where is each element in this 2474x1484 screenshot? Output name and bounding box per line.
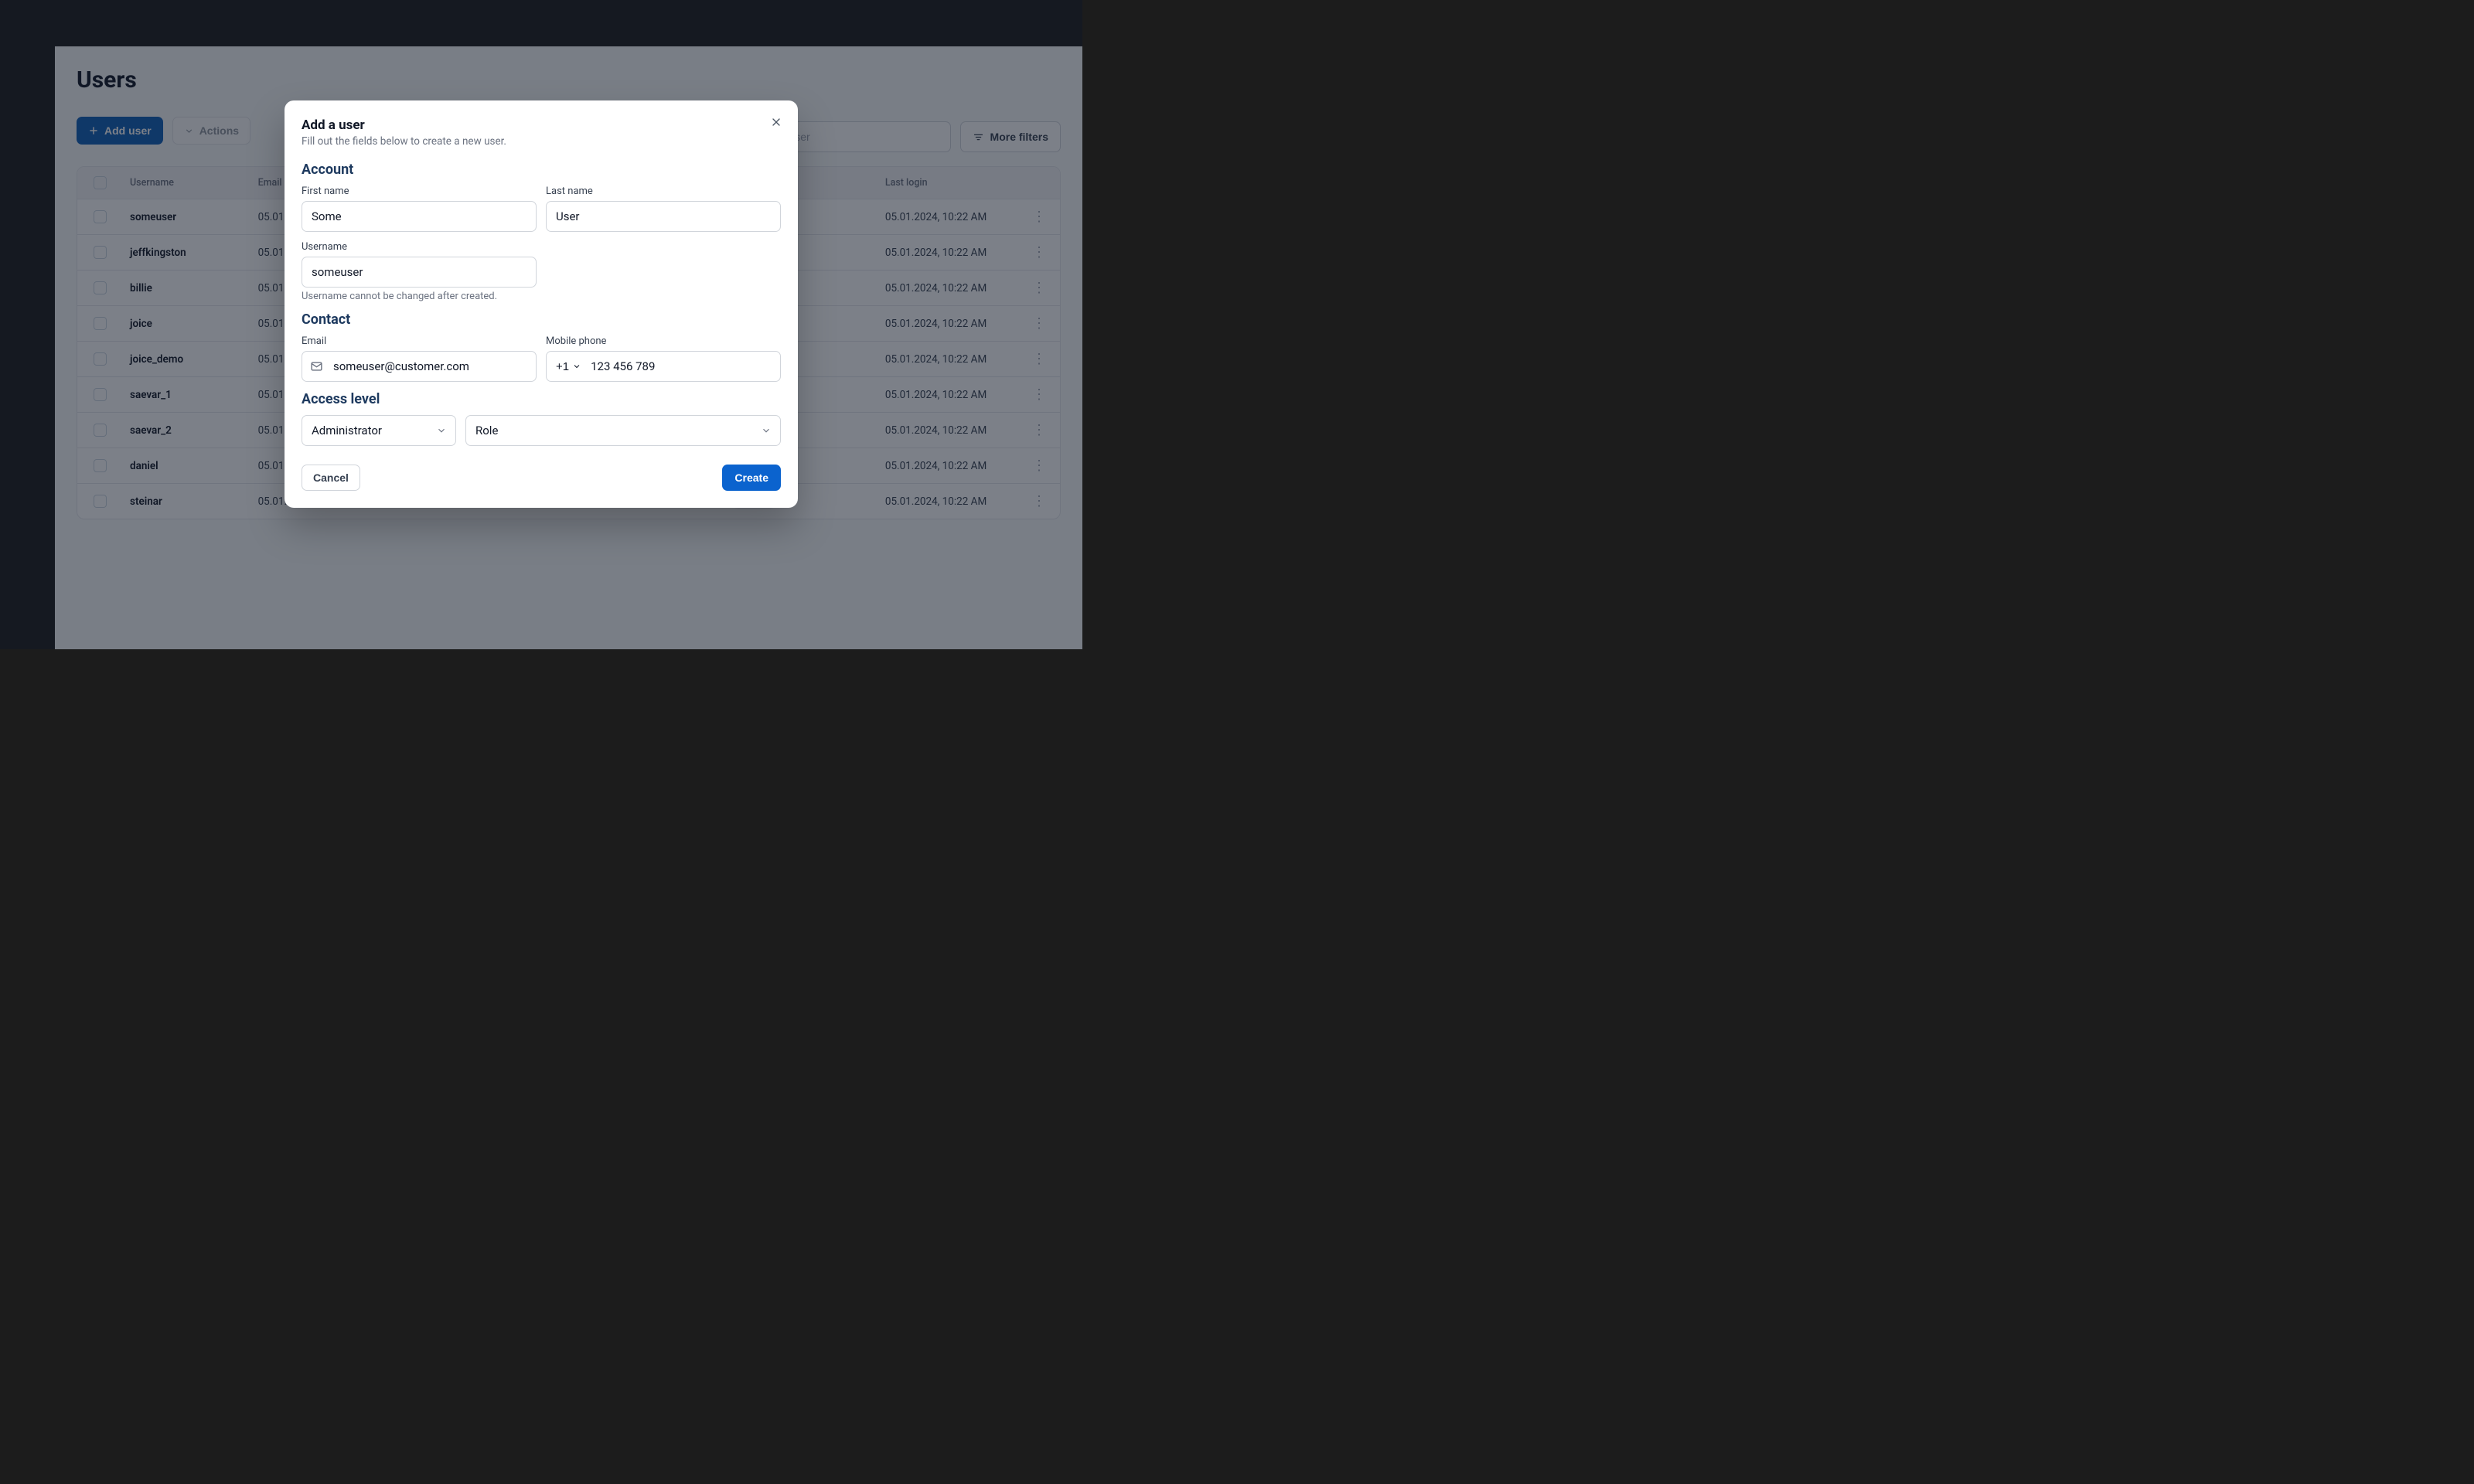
first-name-label: First name [302,186,537,197]
mobile-label: Mobile phone [546,335,781,347]
cancel-button[interactable]: Cancel [302,465,360,491]
phone-input[interactable] [591,352,771,381]
chevron-down-icon [572,362,581,371]
email-label: Email [302,335,537,347]
create-button[interactable]: Create [722,465,781,491]
close-button[interactable] [765,111,787,133]
first-name-input[interactable] [302,201,537,232]
username-help: Username cannot be changed after created… [302,291,537,302]
section-access: Access level [302,391,781,407]
add-user-modal: Add a user Fill out the fields below to … [285,100,798,508]
username-input[interactable] [302,257,537,288]
username-label: Username [302,241,537,253]
email-input[interactable] [302,351,537,382]
section-contact: Contact [302,311,781,328]
country-code-value: +1 [556,360,569,373]
modal-title: Add a user [302,117,781,133]
last-name-label: Last name [546,186,781,197]
close-icon [770,116,782,128]
country-code-select[interactable]: +1 [556,352,581,381]
modal-subtitle: Fill out the fields below to create a ne… [302,135,781,148]
last-name-input[interactable] [546,201,781,232]
mail-icon [310,360,323,373]
access-level-select[interactable] [302,415,456,446]
role-select[interactable] [465,415,781,446]
section-account: Account [302,162,781,178]
